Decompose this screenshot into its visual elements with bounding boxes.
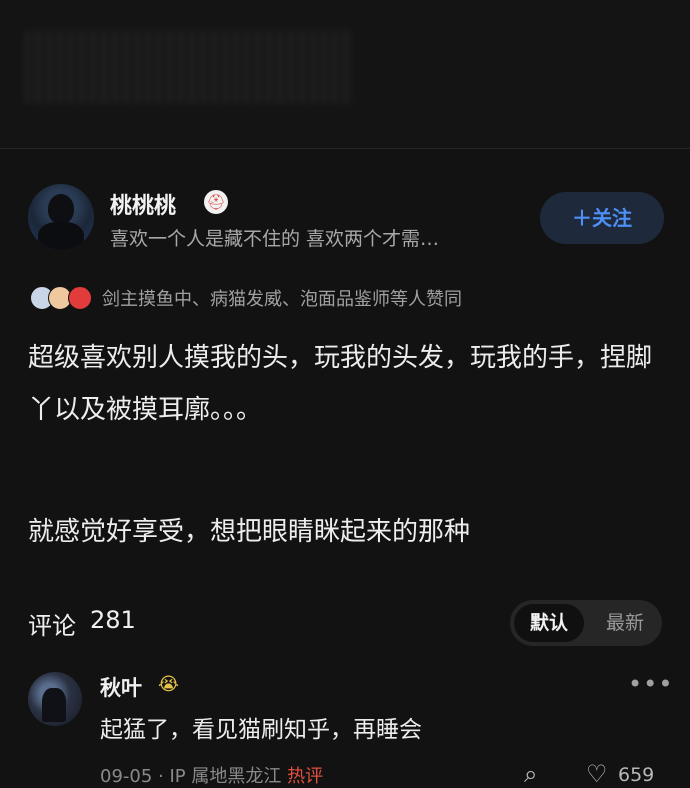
search-reply-icon[interactable]: ⌕	[524, 760, 537, 788]
avatar-body-shape	[38, 222, 84, 250]
post-paragraph-2: 就感觉好享受，想把眼睛眯起来的那种	[28, 517, 471, 547]
blurred-question-title	[24, 30, 354, 104]
author-avatar[interactable]	[28, 184, 94, 250]
heart-like-icon[interactable]: ♡	[586, 760, 608, 788]
comments-title: 评论	[28, 612, 76, 640]
more-options-icon[interactable]: •••	[628, 670, 673, 698]
comment-date: 09-05	[100, 766, 153, 787]
like-count: 659	[618, 764, 655, 786]
likers-text: 剑主摸鱼中、病猫发威、泡面品鉴师等人赞同	[102, 289, 462, 310]
author-row: 桃桃桃 ⛑ 喜欢一个人是藏不住的 喜欢两个才需… ＋关注	[28, 184, 668, 250]
follow-button[interactable]: ＋关注	[540, 192, 664, 244]
avatar-head-shape	[48, 194, 74, 224]
post-content: 超级喜欢别人摸我的头，玩我的头发，玩我的手，捏脚丫以及被摸耳廓。。。 就感觉好享…	[28, 332, 658, 558]
sort-newest-tab[interactable]: 最新	[592, 604, 658, 642]
comments-count: 281	[90, 606, 136, 634]
commenter-avatar[interactable]	[28, 672, 82, 726]
commenter-name[interactable]: 秋叶	[100, 672, 142, 702]
post-paragraph-1: 超级喜欢别人摸我的头，玩我的头发，玩我的手，捏脚丫以及被摸耳廓。。。	[28, 343, 653, 425]
meta-separator: ·	[158, 766, 170, 787]
comment-item: 秋叶 😭 ••• 起猛了，看见猫刷知乎，再睡会 09-05 · IP 属地黑龙江…	[28, 670, 672, 788]
comment-text: 起猛了，看见猫刷知乎，再睡会	[100, 717, 422, 743]
author-bio: 喜欢一个人是藏不住的 喜欢两个才需…	[110, 228, 440, 250]
blurred-question-header	[0, 0, 690, 149]
sort-toggle: 默认 最新	[510, 600, 662, 646]
sort-default-tab[interactable]: 默认	[514, 604, 584, 642]
comments-header: 评论 281 默认 最新	[28, 600, 664, 648]
author-name[interactable]: 桃桃桃	[110, 188, 176, 220]
strawberry-liker-avatar	[68, 286, 92, 310]
hot-comment-tag: 热评	[287, 766, 324, 787]
comment-meta: 09-05 · IP 属地黑龙江 热评	[100, 762, 323, 788]
avatar-figure-shape	[42, 688, 66, 722]
comment-ip: IP 属地黑龙江	[169, 766, 282, 787]
likers-row[interactable]: 剑主摸鱼中、病猫发威、泡面品鉴师等人赞同	[30, 285, 670, 311]
helmet-badge-icon: ⛑	[204, 190, 228, 214]
crying-face-badge-icon: 😭	[158, 674, 180, 695]
